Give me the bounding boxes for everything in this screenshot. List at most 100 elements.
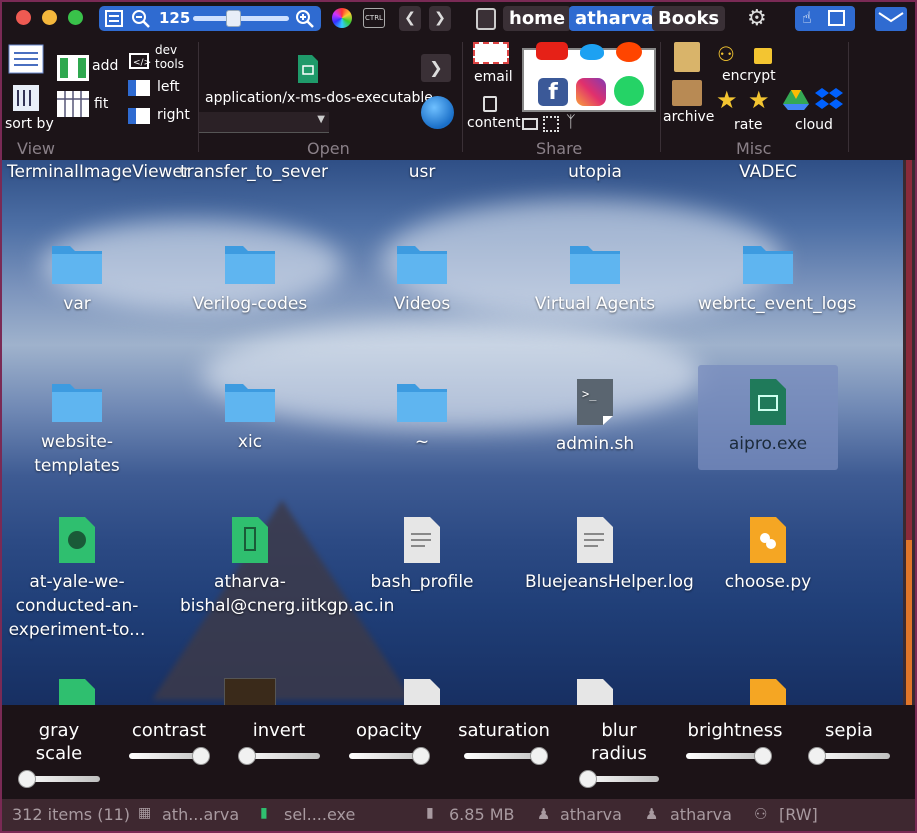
dev-tools-icon[interactable]: </> bbox=[128, 50, 152, 72]
zoom-slider-handle[interactable] bbox=[226, 10, 241, 27]
file-item[interactable]: BluejeansHelper.log bbox=[525, 516, 694, 594]
copy-icon[interactable] bbox=[483, 96, 497, 112]
file-item[interactable]: utopia bbox=[525, 160, 665, 184]
saturation-slider-handle[interactable] bbox=[530, 747, 548, 765]
google-drive-icon[interactable] bbox=[782, 88, 810, 112]
selected-file[interactable]: sel....exe bbox=[284, 805, 355, 824]
folder-item[interactable]: var bbox=[7, 240, 147, 316]
executable-file-icon[interactable] bbox=[58, 678, 96, 705]
vertical-scrollbar[interactable] bbox=[903, 160, 915, 705]
sepia-slider-handle[interactable] bbox=[808, 747, 826, 765]
file-item[interactable]: >_ admin.sh bbox=[525, 378, 665, 456]
sort-icon[interactable] bbox=[12, 84, 40, 112]
color-wheel-icon[interactable] bbox=[332, 8, 352, 28]
dev-tools-label-1[interactable]: dev bbox=[155, 43, 177, 57]
touch-mode-button[interactable]: ☝ bbox=[795, 6, 855, 31]
instagram-icon[interactable] bbox=[576, 78, 606, 106]
content-label[interactable]: content bbox=[467, 115, 521, 131]
text-file-icon[interactable] bbox=[403, 678, 441, 705]
bluetooth-icon[interactable]: ᛉ bbox=[566, 112, 576, 131]
layout-icon[interactable] bbox=[105, 10, 123, 27]
whatsapp-icon[interactable] bbox=[614, 76, 644, 106]
folder-item[interactable]: xic bbox=[180, 378, 320, 454]
bookmark-icon[interactable] bbox=[476, 8, 496, 30]
device-icon[interactable] bbox=[522, 118, 538, 130]
file-item[interactable]: bash_profile bbox=[352, 516, 492, 594]
close-window-button[interactable] bbox=[16, 10, 31, 25]
pane-left-icon[interactable] bbox=[128, 80, 150, 96]
zoom-out-icon[interactable] bbox=[131, 9, 151, 29]
reddit-icon[interactable] bbox=[616, 42, 642, 62]
ctrl-key-icon[interactable]: CTRL bbox=[363, 8, 385, 28]
zoom-slider-track[interactable] bbox=[193, 16, 289, 21]
scrollbar-thumb[interactable] bbox=[906, 540, 912, 705]
image-thumbnail[interactable] bbox=[224, 678, 276, 705]
file-item[interactable]: TerminalImageViewer bbox=[7, 160, 190, 184]
gray-scale-slider-handle[interactable] bbox=[18, 770, 36, 788]
fit-label[interactable]: fit bbox=[94, 96, 108, 112]
file-item[interactable]: at-yale-we-conducted-an-experiment-to... bbox=[7, 516, 147, 642]
back-button[interactable]: ❮ bbox=[399, 6, 421, 31]
forward-button[interactable]: ❯ bbox=[429, 6, 451, 31]
add-label[interactable]: add bbox=[92, 58, 118, 74]
pane-right-icon[interactable] bbox=[128, 108, 150, 124]
text-file-icon[interactable] bbox=[576, 678, 614, 705]
settings-gear-icon[interactable]: ⚙ bbox=[747, 6, 767, 31]
cloud-label[interactable]: cloud bbox=[795, 117, 833, 133]
folder-item[interactable]: webrtc_event_logs bbox=[698, 240, 856, 316]
right-label[interactable]: right bbox=[157, 107, 190, 123]
zip-icon[interactable] bbox=[674, 42, 700, 72]
blur-radius-slider-handle[interactable] bbox=[579, 770, 597, 788]
add-column-icon[interactable] bbox=[56, 54, 90, 82]
star-icon[interactable]: ★ bbox=[716, 86, 738, 114]
selected-file-item[interactable]: aipro.exe bbox=[698, 365, 838, 470]
youtube-icon[interactable] bbox=[536, 42, 568, 60]
invert-slider-handle[interactable] bbox=[238, 747, 256, 765]
lock-icon[interactable] bbox=[754, 48, 772, 64]
email-label[interactable]: email bbox=[474, 69, 513, 85]
email-icon[interactable] bbox=[473, 42, 509, 64]
opacity-slider-handle[interactable] bbox=[412, 747, 430, 765]
scrollbar-track[interactable] bbox=[906, 160, 912, 540]
folder-item[interactable]: Videos bbox=[352, 240, 492, 316]
sort-by-label[interactable]: sort by bbox=[5, 116, 54, 132]
file-item[interactable]: usr bbox=[352, 160, 492, 184]
list-view-icon[interactable] bbox=[8, 44, 44, 74]
executable-file-icon[interactable] bbox=[296, 54, 320, 84]
python-file-icon[interactable] bbox=[749, 678, 787, 705]
file-item[interactable]: VADEC bbox=[698, 160, 838, 184]
tab-atharva[interactable]: atharva bbox=[569, 6, 660, 31]
left-label[interactable]: left bbox=[157, 79, 180, 95]
contrast-slider-handle[interactable] bbox=[192, 747, 210, 765]
archive-box-icon[interactable] bbox=[672, 80, 702, 106]
folder-item[interactable]: Virtual Agents bbox=[525, 240, 665, 316]
folder-item[interactable]: ~ bbox=[352, 378, 492, 454]
zoom-in-icon[interactable] bbox=[295, 9, 315, 29]
open-next-button[interactable]: ❯ bbox=[421, 54, 451, 82]
twitter-icon[interactable] bbox=[580, 44, 604, 60]
rate-label[interactable]: rate bbox=[734, 117, 762, 133]
brightness-slider-handle[interactable] bbox=[754, 747, 772, 765]
stars-icon[interactable]: ★ bbox=[748, 86, 770, 114]
globe-icon[interactable] bbox=[421, 96, 454, 129]
fit-columns-icon[interactable] bbox=[56, 90, 90, 118]
dev-tools-label-2[interactable]: tools bbox=[155, 57, 184, 71]
file-item[interactable]: atharva-bishal@cnerg.iitkgp.ac.in bbox=[180, 516, 394, 618]
dropbox-icon[interactable] bbox=[814, 86, 844, 114]
mail-icon[interactable] bbox=[875, 7, 907, 31]
archive-label[interactable]: archive bbox=[663, 109, 714, 125]
tab-home[interactable]: home bbox=[503, 6, 572, 31]
folder-item[interactable]: website-templates bbox=[7, 378, 147, 478]
tab-books[interactable]: Books bbox=[652, 6, 726, 31]
current-path[interactable]: ath...arva bbox=[162, 805, 239, 824]
key-icon[interactable]: ⚇ bbox=[717, 42, 735, 66]
encrypt-label[interactable]: encrypt bbox=[722, 68, 776, 84]
folder-item[interactable]: Verilog-codes bbox=[180, 240, 320, 316]
facebook-icon[interactable]: f bbox=[538, 78, 568, 106]
minimize-window-button[interactable] bbox=[42, 10, 57, 25]
file-item[interactable]: transfer_to_sever bbox=[180, 160, 328, 184]
open-with-dropdown[interactable]: ▼ bbox=[199, 112, 329, 133]
file-item[interactable]: choose.py bbox=[698, 516, 838, 594]
qr-code-icon[interactable] bbox=[543, 116, 559, 132]
maximize-window-button[interactable] bbox=[68, 10, 83, 25]
